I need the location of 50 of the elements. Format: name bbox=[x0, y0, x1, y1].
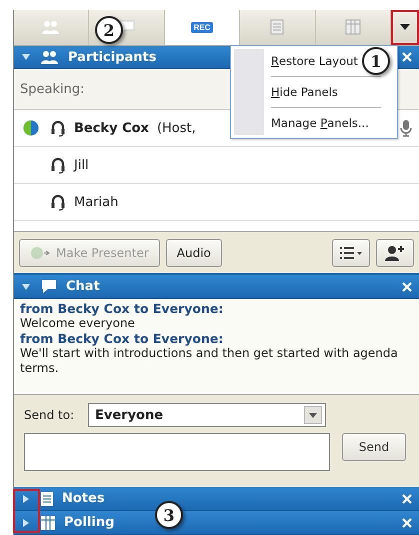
collapse-arrow-icon[interactable] bbox=[21, 52, 31, 62]
panel-title: Polling bbox=[64, 515, 114, 530]
speech-bubble-icon bbox=[40, 279, 58, 294]
panel-title: Participants bbox=[68, 50, 156, 65]
send-to-label: Send to: bbox=[24, 408, 76, 422]
list-icon bbox=[339, 246, 363, 260]
panel-title: Notes bbox=[62, 491, 105, 506]
caret-icon[interactable] bbox=[309, 412, 317, 418]
participant-name: Mariah bbox=[74, 194, 118, 210]
grid-icon bbox=[40, 514, 56, 531]
grid-icon bbox=[344, 19, 361, 36]
message-text: Welcome everyone bbox=[20, 316, 136, 332]
participant-row[interactable]: Jill bbox=[14, 147, 419, 184]
close-icon[interactable] bbox=[401, 492, 413, 505]
audio-button[interactable]: Audio bbox=[166, 238, 222, 267]
participant-name: Jill bbox=[74, 158, 89, 173]
message-sender: from Becky Cox to Everyone: bbox=[20, 301, 224, 316]
participant-role: (Host, bbox=[156, 120, 196, 136]
panel-menu-button[interactable] bbox=[391, 10, 419, 45]
close-icon[interactable] bbox=[401, 516, 413, 529]
message-text: We'll start with introductions and then get started with agenda terms. bbox=[20, 346, 399, 376]
headset-icon bbox=[50, 119, 66, 138]
list-options-button[interactable] bbox=[332, 238, 370, 267]
people-icon bbox=[40, 50, 60, 64]
notes-icon bbox=[270, 19, 284, 36]
close-icon[interactable] bbox=[401, 280, 413, 293]
participant-name: Becky Cox bbox=[74, 120, 149, 136]
expand-arrow-icon[interactable] bbox=[21, 494, 31, 504]
headset-icon bbox=[50, 193, 66, 212]
highlight-frame bbox=[13, 489, 40, 533]
close-icon[interactable] bbox=[401, 51, 413, 64]
record-icon: REC bbox=[190, 22, 214, 33]
panel-title: Chat bbox=[66, 279, 100, 294]
expand-arrow-icon[interactable] bbox=[21, 518, 31, 528]
send-button[interactable]: Send bbox=[342, 433, 406, 462]
message-input[interactable] bbox=[24, 433, 330, 472]
menu-item[interactable]: Hide Panels bbox=[264, 77, 342, 107]
panel-tab[interactable]: REC bbox=[164, 10, 240, 45]
collapse-arrow-icon[interactable] bbox=[21, 282, 31, 292]
recipient-dropdown[interactable]: Everyone bbox=[88, 403, 326, 428]
notes-icon bbox=[40, 490, 54, 507]
message-sender: from Becky Cox to Everyone: bbox=[20, 331, 224, 346]
caret-icon bbox=[400, 24, 410, 30]
participant-row[interactable]: Mariah bbox=[14, 184, 419, 222]
globe-arrow-icon bbox=[30, 246, 52, 260]
people-icon bbox=[41, 20, 62, 34]
add-person-icon bbox=[384, 244, 406, 261]
add-person-button[interactable] bbox=[376, 238, 414, 267]
menu-item[interactable]: Manage Panels... bbox=[264, 108, 373, 138]
headset-icon bbox=[50, 156, 66, 174]
